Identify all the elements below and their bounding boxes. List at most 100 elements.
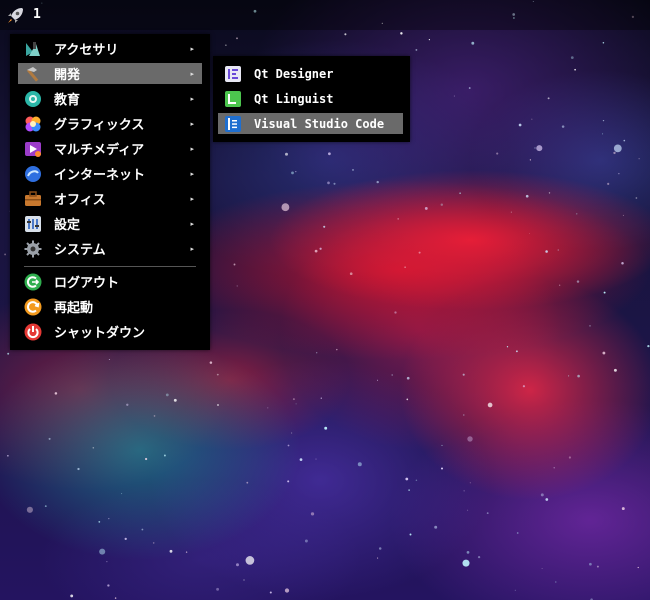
- menu-item-label: シャットダウン: [54, 326, 146, 341]
- submenu-item-vscode[interactable]: Visual Studio Code: [218, 113, 403, 134]
- star: [589, 562, 592, 566]
- submenu-item-label: Qt Designer: [254, 66, 334, 81]
- star: [596, 565, 599, 568]
- star: [287, 480, 290, 483]
- menu-item-settings[interactable]: 設定 ▸: [18, 213, 202, 234]
- star: [295, 403, 297, 405]
- submenu-item-label: Visual Studio Code: [254, 116, 385, 131]
- reboot-icon: [24, 298, 42, 316]
- star: [77, 467, 80, 471]
- submenu-item-qt-designer[interactable]: Qt Designer: [218, 63, 403, 84]
- graphics-icon: [24, 115, 42, 133]
- star: [589, 325, 591, 327]
- star: [336, 348, 338, 351]
- star: [415, 48, 418, 51]
- star: [487, 402, 493, 408]
- star: [141, 528, 144, 531]
- menu-separator: [24, 266, 196, 267]
- star: [515, 350, 518, 353]
- star: [510, 211, 512, 213]
- menu-item-label: システム: [54, 243, 106, 258]
- menu-item-office[interactable]: オフィス ▸: [18, 188, 202, 209]
- star: [378, 547, 382, 550]
- star: [236, 563, 239, 567]
- star: [99, 548, 106, 555]
- star: [570, 56, 574, 59]
- star: [54, 392, 58, 395]
- star: [613, 151, 616, 155]
- star: [638, 158, 640, 160]
- shutdown-icon: [24, 323, 42, 341]
- menu-item-reboot[interactable]: 再起動: [18, 296, 202, 317]
- star: [185, 551, 188, 553]
- star: [506, 346, 509, 348]
- star: [173, 398, 177, 402]
- settings-icon: [24, 215, 42, 233]
- menu-item-internet[interactable]: インターネット ▸: [18, 163, 202, 184]
- star: [404, 266, 406, 268]
- star: [153, 415, 156, 417]
- star: [152, 542, 155, 544]
- star: [602, 119, 605, 122]
- star: [525, 194, 529, 198]
- star: [108, 358, 110, 361]
- star: [440, 203, 444, 206]
- submenu-item-qt-linguist[interactable]: Qt Linguist: [218, 88, 403, 109]
- star: [618, 173, 620, 175]
- star: [357, 462, 362, 467]
- menu-item-shutdown[interactable]: シャットダウン: [18, 321, 202, 342]
- logout-icon: [24, 273, 42, 291]
- star: [602, 42, 605, 44]
- star: [144, 457, 148, 461]
- menu-item-label: アクセサリ: [54, 43, 119, 58]
- star: [603, 291, 606, 294]
- star: [418, 251, 421, 254]
- menu-item-label: ログアウト: [54, 276, 120, 291]
- office-icon: [24, 190, 42, 208]
- education-icon: [24, 90, 42, 108]
- star: [621, 261, 624, 265]
- star: [316, 352, 318, 354]
- rocket-icon[interactable]: [5, 6, 25, 26]
- workspace-indicator[interactable]: 1: [33, 7, 41, 22]
- star: [92, 447, 95, 449]
- submenu-arrow-icon: ▸: [190, 219, 194, 228]
- star: [299, 458, 303, 461]
- vscode-icon: [224, 115, 242, 133]
- star: [602, 133, 604, 135]
- star: [70, 594, 74, 598]
- star: [496, 152, 499, 155]
- star: [467, 436, 473, 442]
- menu-item-education[interactable]: 教育 ▸: [18, 88, 202, 109]
- star: [576, 280, 580, 283]
- menu-item-development[interactable]: 開発 ▸: [18, 63, 202, 84]
- menu-item-graphics[interactable]: グラフィックス ▸: [18, 113, 202, 134]
- star: [541, 568, 543, 570]
- submenu-arrow-icon: ▸: [190, 169, 194, 178]
- star: [408, 489, 410, 491]
- menu-item-label: 再起動: [54, 301, 94, 316]
- submenu-item-label: Qt Linguist: [254, 91, 334, 106]
- star: [108, 517, 110, 520]
- menu-item-label: 開発: [54, 68, 81, 83]
- star: [545, 498, 549, 501]
- star: [295, 170, 297, 173]
- menu-item-label: マルチメディア: [54, 143, 145, 158]
- star: [7, 455, 9, 457]
- star: [613, 144, 622, 153]
- star: [536, 145, 543, 152]
- menu-item-system[interactable]: システム ▸: [18, 238, 202, 259]
- star: [285, 152, 288, 156]
- application-menu: アクセサリ ▸ 開発 ▸ 教育 ▸ グラフィックス ▸ マルチメディア ▸ イン…: [10, 34, 210, 350]
- star: [477, 555, 481, 559]
- star: [344, 33, 347, 36]
- menu-item-multimedia[interactable]: マルチメディア ▸: [18, 138, 202, 159]
- star: [518, 123, 522, 127]
- star: [459, 192, 461, 194]
- star: [529, 233, 530, 234]
- menu-item-logout[interactable]: ログアウト: [18, 271, 202, 292]
- star: [245, 556, 255, 565]
- menu-item-label: インターネット: [54, 168, 146, 183]
- menu-item-accessories[interactable]: アクセサリ ▸: [18, 38, 202, 59]
- star: [428, 39, 430, 41]
